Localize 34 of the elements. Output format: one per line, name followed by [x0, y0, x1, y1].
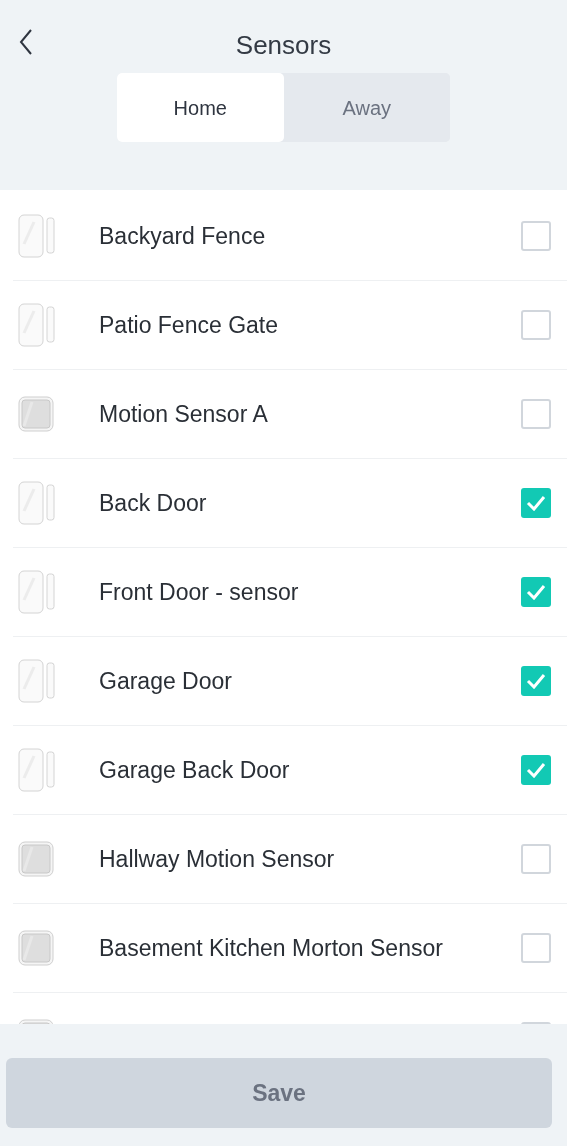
sensor-checkbox[interactable] — [521, 488, 551, 518]
mode-tab[interactable]: Home — [117, 73, 284, 142]
contact-sensor-icon — [18, 303, 56, 347]
contact-sensor-icon — [18, 214, 56, 258]
sensor-name: Patio Fence Gate — [99, 311, 278, 338]
motion-sensor-icon — [18, 396, 54, 432]
sensor-name: Basement Kitchen Morton Sensor — [99, 934, 443, 961]
contact-sensor-icon — [18, 481, 56, 525]
sensor-checkbox[interactable] — [521, 399, 551, 429]
sensor-checkbox[interactable] — [521, 221, 551, 251]
sensor-checkbox[interactable] — [521, 933, 551, 963]
sensor-name: Back Door — [99, 489, 207, 516]
sensor-name: Backyard Fence — [99, 222, 266, 249]
sensor-checkbox[interactable] — [521, 310, 551, 340]
sensor-checkbox[interactable] — [521, 844, 551, 874]
contact-sensor-icon — [18, 570, 56, 614]
sensor-name: Front Door - sensor — [99, 578, 299, 605]
sensor-name: Garage Door — [99, 667, 232, 694]
checkmark-icon — [526, 673, 546, 689]
checkmark-icon — [526, 584, 546, 600]
sensor-checkbox[interactable] — [521, 666, 551, 696]
sensor-checkbox[interactable] — [521, 755, 551, 785]
sensor-checkbox[interactable] — [521, 577, 551, 607]
contact-sensor-icon — [18, 748, 56, 792]
motion-sensor-icon — [18, 841, 54, 877]
checkmark-icon — [526, 495, 546, 511]
motion-sensor-icon — [18, 930, 54, 966]
sensor-name: Garage Back Door — [99, 756, 290, 783]
back-icon — [19, 29, 33, 55]
checkmark-icon — [526, 762, 546, 778]
screen-title: Sensors — [235, 29, 332, 62]
contact-sensor-icon — [18, 659, 56, 703]
sensor-name: Motion Sensor A — [99, 400, 268, 427]
sensor-name: Hallway Motion Sensor — [99, 845, 335, 872]
